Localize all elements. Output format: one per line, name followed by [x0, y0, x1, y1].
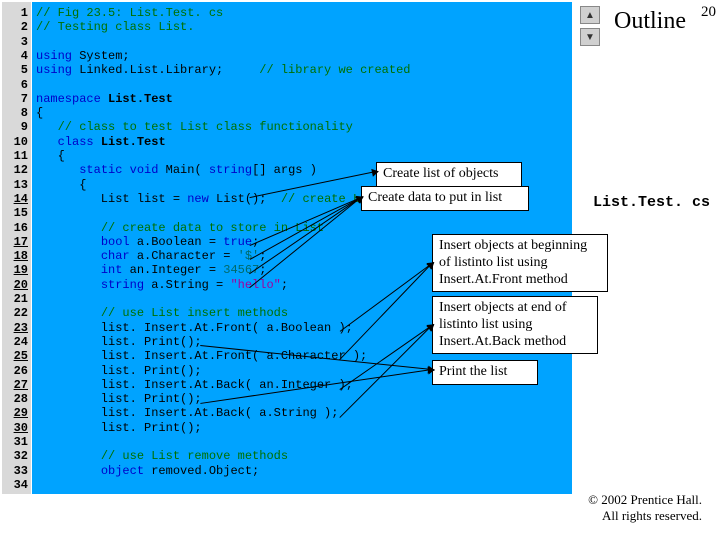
line-number: 24: [2, 335, 28, 349]
annotation-callout: Print the list: [432, 360, 538, 385]
line-number: 8: [2, 106, 28, 120]
line-number: 22: [2, 306, 28, 320]
code-line: using Linked.List.Library; // library we…: [36, 63, 566, 77]
code-line: {: [36, 106, 566, 120]
line-number: 23: [2, 321, 28, 335]
line-number: 32: [2, 449, 28, 463]
line-number: 4: [2, 49, 28, 63]
scroll-up-button[interactable]: ▲: [580, 6, 600, 24]
line-number: 27: [2, 378, 28, 392]
line-number: 34: [2, 478, 28, 492]
outline-heading: Outline: [614, 8, 686, 35]
line-number: 14: [2, 192, 28, 206]
line-number: 12: [2, 163, 28, 177]
file-name-label: List.Test. cs: [593, 194, 710, 211]
annotation-callout: Insert objects at end of listinto list u…: [432, 296, 598, 354]
line-number: 19: [2, 263, 28, 277]
code-line: list. Print();: [36, 421, 566, 435]
line-number: 1: [2, 6, 28, 20]
line-number: 33: [2, 464, 28, 478]
line-number: 20: [2, 278, 28, 292]
line-number: 9: [2, 120, 28, 134]
code-line: // Fig 23.5: List.Test. cs: [36, 6, 566, 20]
line-number: 11: [2, 149, 28, 163]
code-line: // use List remove methods: [36, 449, 566, 463]
annotation-callout: Create data to put in list: [361, 186, 529, 211]
line-number: 13: [2, 178, 28, 192]
line-number: 7: [2, 92, 28, 106]
copyright-line-2: All rights reserved.: [602, 508, 702, 523]
line-number: 17: [2, 235, 28, 249]
line-number: 5: [2, 63, 28, 77]
line-number: 25: [2, 349, 28, 363]
line-number: 26: [2, 364, 28, 378]
code-line: // Testing class List.: [36, 20, 566, 34]
code-line: namespace List.Test: [36, 92, 566, 106]
line-number: 15: [2, 206, 28, 220]
code-line: // class to test List class functionalit…: [36, 120, 566, 134]
line-number: 21: [2, 292, 28, 306]
line-number: 29: [2, 406, 28, 420]
annotation-callout: Create list of objects: [376, 162, 522, 187]
line-number: 31: [2, 435, 28, 449]
copyright-notice: © 2002 Prentice Hall. All rights reserve…: [588, 492, 702, 525]
code-line: object removed.Object;: [36, 464, 566, 478]
line-number: 16: [2, 221, 28, 235]
annotation-callout: Insert objects at beginning of listinto …: [432, 234, 608, 292]
line-number: 30: [2, 421, 28, 435]
code-line: list. Print();: [36, 392, 566, 406]
line-number: 10: [2, 135, 28, 149]
code-line: {: [36, 149, 566, 163]
scroll-down-button[interactable]: ▼: [580, 28, 600, 46]
copyright-line-1: © 2002 Prentice Hall.: [588, 492, 702, 507]
line-number: 18: [2, 249, 28, 263]
code-line: using System;: [36, 49, 566, 63]
code-line: class List.Test: [36, 135, 566, 149]
line-number: 6: [2, 78, 28, 92]
line-number: 3: [2, 35, 28, 49]
line-number: 2: [2, 20, 28, 34]
page-number: 20: [701, 4, 716, 21]
code-line: list. Insert.At.Back( a.String );: [36, 406, 566, 420]
line-number: 28: [2, 392, 28, 406]
